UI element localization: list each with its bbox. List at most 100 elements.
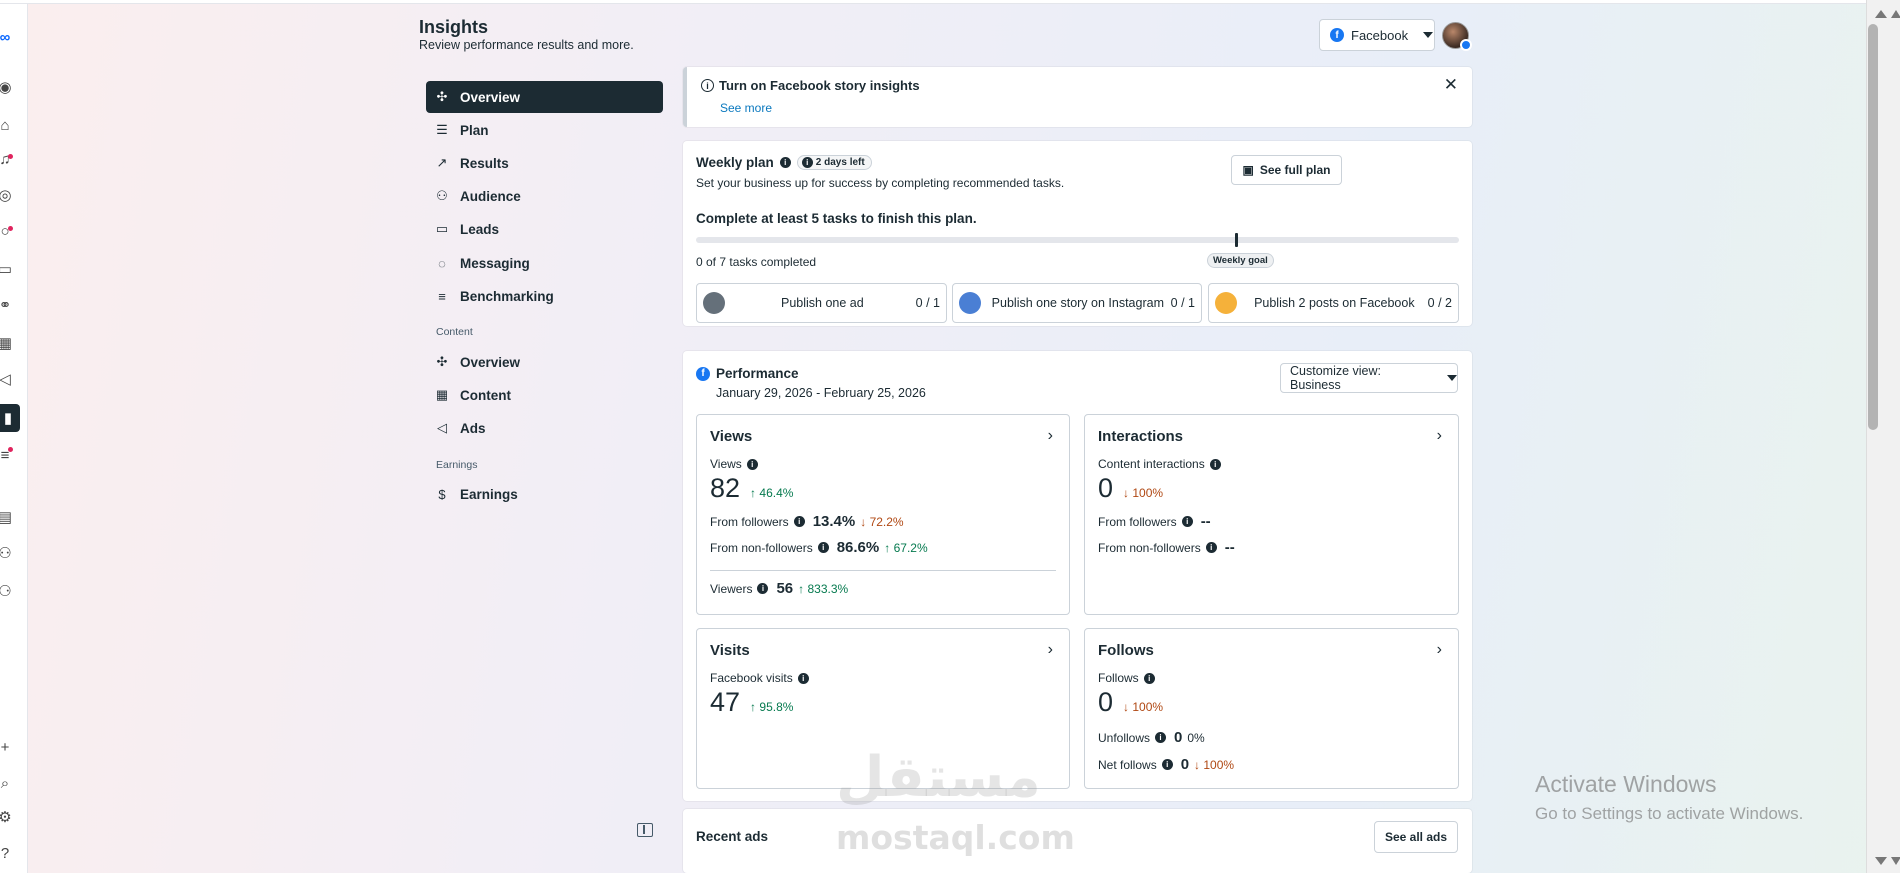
info-icon[interactable]: i — [1155, 732, 1167, 743]
customize-view-dropdown[interactable]: Customize view: Business — [1280, 363, 1458, 393]
nav-item-overview[interactable]: ✣ Overview — [426, 81, 663, 113]
compass-icon[interactable]: ◎ — [0, 184, 16, 206]
pages-icon[interactable]: ▤ — [0, 506, 16, 528]
overview-icon: ✣ — [436, 354, 448, 369]
from-followers-value: -- — [1200, 513, 1211, 530]
interactions-change-value: 100% — [1132, 486, 1164, 500]
help-icon[interactable]: ? — [0, 842, 16, 864]
interactions-card[interactable]: Interactions › Content interactions i 0 ↓… — [1084, 414, 1459, 615]
info-icon[interactable]: i — [779, 157, 791, 168]
notice-title: Turn on Facebook story insights — [719, 78, 920, 93]
notifications-icon[interactable]: ♫ — [0, 148, 16, 170]
people-icon[interactable]: ⚇ — [0, 542, 16, 564]
megaphone-icon[interactable]: ◁ — [0, 368, 16, 390]
nav-label: Plan — [460, 122, 489, 138]
dollar-icon: $ — [438, 486, 446, 502]
nav-item-results[interactable]: ↗ Results — [426, 147, 663, 179]
see-all-ads-button[interactable]: See all ads — [1374, 821, 1458, 853]
posts-icon[interactable]: ▭ — [0, 258, 16, 280]
nav-item-content-overview[interactable]: ✣ Overview — [426, 346, 663, 378]
search-icon[interactable]: ⌕ — [0, 772, 16, 794]
scroll-down-arrow-2[interactable] — [1891, 857, 1900, 865]
views-change: ↑ 46.4% — [750, 486, 793, 500]
platform-label: Facebook — [1351, 27, 1409, 43]
nav-label: Audience — [460, 188, 521, 204]
groups-icon[interactable]: ⚆ — [0, 580, 16, 602]
scroll-down-arrow[interactable] — [1875, 857, 1887, 865]
audience-icon: ⚇ — [436, 188, 448, 203]
weekly-plan-header: Weekly plan i i2 days left — [696, 155, 872, 170]
chevron-right-icon[interactable]: › — [1048, 641, 1053, 659]
info-icon[interactable]: i — [817, 542, 829, 553]
nav-item-leads[interactable]: ▭ Leads — [426, 213, 663, 245]
platform-selector[interactable]: f Facebook — [1319, 19, 1435, 51]
nav-item-audience[interactable]: ⚇ Audience — [426, 180, 663, 212]
handshake-icon[interactable]: ⚭ — [0, 294, 16, 316]
scroll-up-arrow-2[interactable] — [1891, 10, 1900, 18]
interactions-value-row: 0 ↓ 100% — [1098, 473, 1163, 504]
nav-item-messaging[interactable]: ◌ Messaging — [426, 247, 663, 279]
info-icon[interactable]: i — [1205, 542, 1217, 553]
nav-item-ads[interactable]: ◁ Ads — [426, 412, 663, 444]
unfollows-row: Unfollows i 0 0% — [1098, 729, 1205, 746]
nav-item-earnings[interactable]: $ Earnings — [426, 478, 663, 510]
arrow-down-icon: ↓ — [1123, 486, 1133, 500]
info-icon[interactable]: i — [797, 672, 809, 684]
views-change-value: 46.4% — [759, 486, 794, 500]
facebook-icon: f — [1330, 28, 1344, 42]
close-icon[interactable]: ✕ — [1444, 75, 1458, 95]
info-icon[interactable]: i — [1161, 759, 1173, 770]
task-publish-story[interactable]: Publish one story on Instagram 0 / 1 — [952, 283, 1202, 323]
progress-track — [696, 237, 1459, 243]
meta-logo-icon[interactable]: ∞ — [0, 26, 16, 48]
nav-label: Benchmarking — [460, 288, 554, 304]
profile-avatar[interactable] — [1442, 22, 1472, 51]
nav-item-content[interactable]: ▦ Content — [426, 379, 663, 411]
notification-dot — [8, 154, 13, 159]
interactions-non-followers-row: From non-followers i -- — [1098, 539, 1235, 556]
viewers-value: 56 — [776, 580, 794, 597]
scrollbar-thumb[interactable] — [1868, 24, 1878, 430]
arrow-up-icon: ↑ — [884, 540, 894, 555]
follows-card[interactable]: Follows › Follows i 0 ↓ 100% Unfollows i 0… — [1084, 628, 1459, 789]
nav-item-plan[interactable]: ☰ Plan — [426, 114, 663, 146]
task-publish-ad[interactable]: Publish one ad 0 / 1 — [696, 283, 947, 323]
goal-text: Complete at least 5 tasks to finish this… — [696, 211, 977, 226]
info-icon[interactable]: i — [1181, 516, 1193, 527]
net-follows-change-value: 100% — [1203, 757, 1235, 772]
nav-item-benchmarking[interactable]: ≡ Benchmarking — [426, 280, 663, 312]
see-full-plan-button[interactable]: ▣ See full plan — [1231, 155, 1342, 185]
viewers-row: Viewers i 56 ↑ 833.3% — [710, 580, 848, 597]
nav-label: Earnings — [460, 486, 518, 502]
chat-icon[interactable]: ○ — [0, 220, 16, 242]
visits-value: 47 — [710, 687, 741, 717]
info-icon[interactable]: i — [757, 583, 769, 594]
info-icon[interactable]: i — [1143, 672, 1155, 684]
visits-change: ↑ 95.8% — [750, 700, 793, 714]
task-value: 0 / 2 — [1427, 296, 1452, 310]
chevron-right-icon[interactable]: › — [1048, 427, 1053, 445]
info-icon[interactable]: i — [746, 458, 758, 470]
follows-change-value: 100% — [1132, 700, 1164, 714]
recent-ads-card: Recent ads See all ads — [683, 809, 1472, 873]
table-icon[interactable]: ▦ — [0, 332, 16, 354]
scroll-up-arrow[interactable] — [1875, 10, 1887, 18]
collapse-sidebar-icon[interactable] — [637, 823, 653, 837]
views-card[interactable]: Views › Views i 82 ↑ 46.4% From followers… — [696, 414, 1070, 615]
follows-change: ↓ 100% — [1123, 700, 1163, 714]
account-avatar-icon[interactable]: ◉ — [0, 76, 16, 98]
id-card-icon: ▭ — [435, 221, 449, 236]
activate-windows-subtitle: Go to Settings to activate Windows. — [1535, 804, 1804, 823]
unfollows-value: 0 — [1174, 729, 1183, 746]
info-icon[interactable]: i — [1209, 458, 1221, 470]
insights-icon[interactable]: ▮ — [0, 404, 20, 432]
chevron-right-icon[interactable]: › — [1437, 641, 1442, 659]
see-more-link[interactable]: See more — [720, 101, 772, 115]
task-publish-posts[interactable]: Publish 2 posts on Facebook 0 / 2 — [1208, 283, 1459, 323]
arrow-up-icon: ↑ — [798, 581, 808, 596]
plus-icon[interactable]: + — [0, 736, 16, 758]
info-icon[interactable]: i — [793, 516, 805, 527]
home-icon[interactable]: ⌂ — [0, 114, 16, 136]
settings-icon[interactable]: ⚙ — [0, 806, 16, 828]
chevron-right-icon[interactable]: › — [1437, 427, 1442, 445]
